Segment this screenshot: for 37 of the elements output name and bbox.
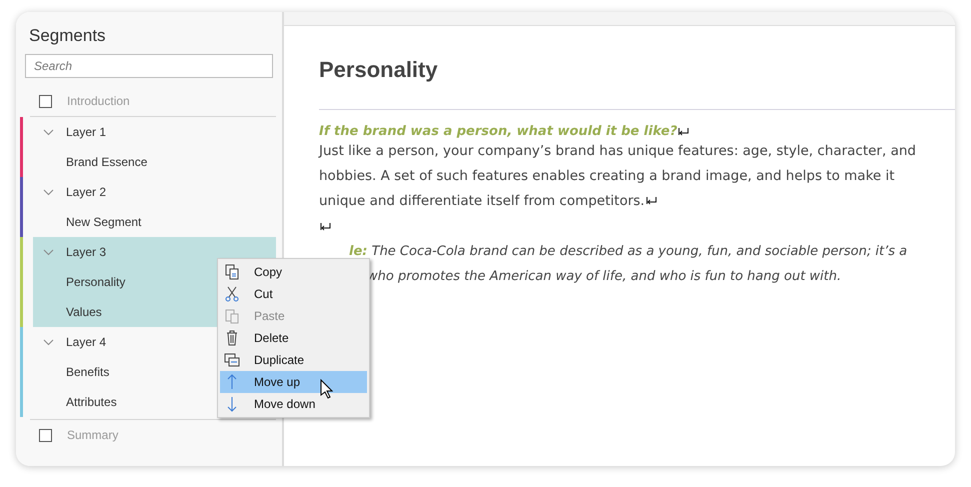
return-mark-icon: [646, 196, 657, 205]
body-paragraph: Just like a person, your company’s brand has unique features: age, style, character, and hobbies. A set of such features enables creating a brand image, and helps to make it unique and differentiate itself from competitors.: [319, 142, 917, 211]
search-field[interactable]: Search: [25, 54, 273, 78]
copy-icon: [224, 264, 240, 280]
trash-icon: [224, 330, 240, 346]
menu-item[interactable]: Move up: [220, 371, 367, 393]
example-text: le: The Coca-Cola brand can be described as a young, fun, and sociable person; it’s a: [349, 243, 908, 261]
segment-label[interactable]: Attributes: [66, 395, 117, 409]
layer-label[interactable]: Layer 1: [66, 125, 106, 139]
paste-icon: [224, 308, 240, 324]
segment-label[interactable]: Personality: [66, 275, 126, 289]
return-mark-icon: [320, 222, 331, 231]
checkbox[interactable]: [39, 94, 52, 108]
chevron-icon[interactable]: [43, 128, 54, 136]
checkbox[interactable]: [39, 428, 52, 442]
segment-label[interactable]: New Segment: [66, 215, 142, 229]
chevron-icon[interactable]: [43, 188, 54, 196]
return-mark-icon: [678, 127, 690, 136]
scissors-icon: [224, 286, 240, 302]
layer-label[interactable]: Layer 4: [66, 335, 106, 349]
menu-item[interactable]: Delete: [220, 327, 367, 349]
chevron-icon[interactable]: [43, 338, 54, 346]
layer-label[interactable]: Layer 2: [66, 185, 106, 199]
menu-item[interactable]: Copy: [220, 261, 367, 283]
mouse-cursor-icon: [320, 379, 333, 399]
chevron-icon[interactable]: [43, 248, 54, 256]
menu-item[interactable]: Move down: [220, 393, 367, 415]
question-heading: If the brand was a person, what would it be like?: [319, 124, 678, 139]
layer-label[interactable]: Layer 3: [66, 245, 106, 259]
duplicate-icon: [224, 352, 240, 368]
document-title: Personality: [319, 57, 439, 83]
menu-item[interactable]: Duplicate: [220, 349, 367, 371]
segment-label[interactable]: Benefits: [66, 365, 110, 379]
segment-label[interactable]: Values: [66, 305, 102, 319]
menu-item[interactable]: Cut: [220, 283, 367, 305]
sidebar-title: Segments: [28, 26, 107, 47]
segment-label[interactable]: Brand Essence: [66, 155, 148, 169]
